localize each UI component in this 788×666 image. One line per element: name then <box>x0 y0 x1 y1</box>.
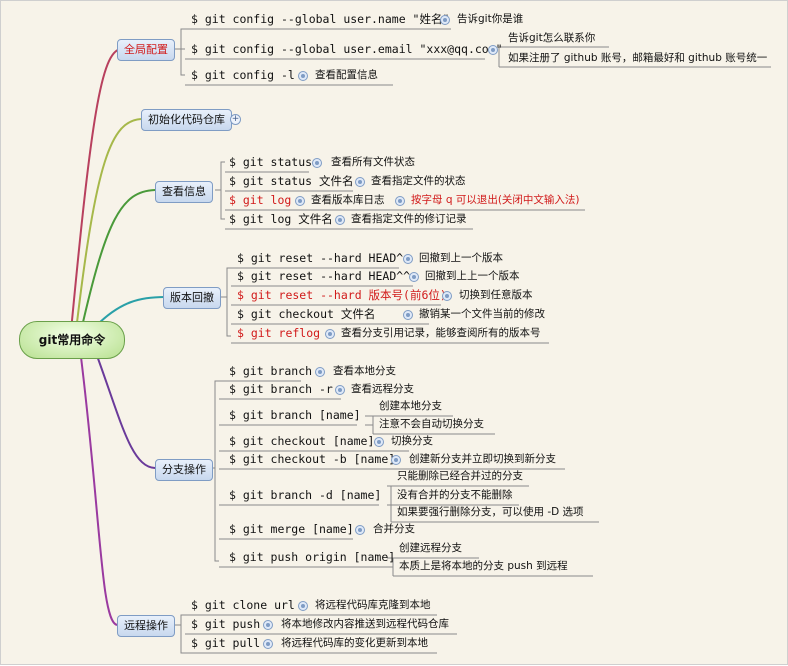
branch-note-list: 查看本地分支 <box>333 365 396 377</box>
global-cmd-user-email[interactable]: $ git config --global user.email "xxx@qq… <box>191 40 503 58</box>
branch-cmd-delete[interactable]: $ git branch -d [name] <box>229 486 381 504</box>
branch-note-delete-a: 只能删除已经合并过的分支 <box>397 470 523 482</box>
branch-cmd-create[interactable]: $ git branch [name] <box>229 406 361 424</box>
branch-note-push-origin-a: 创建远程分支 <box>399 542 462 554</box>
topic-marker-icon <box>335 385 345 395</box>
view-cmd-status-file[interactable]: $ git status 文件名 <box>229 172 354 190</box>
topic-marker-icon <box>325 329 335 339</box>
topic-marker-icon <box>298 71 308 81</box>
branch-init-repo[interactable]: 初始化代码仓库 <box>141 109 232 131</box>
view-note-log-file: 查看指定文件的修订记录 <box>351 213 467 225</box>
branch-view-info[interactable]: 查看信息 <box>155 181 213 203</box>
remote-note-pull: 将远程代码库的变化更新到本地 <box>281 637 428 649</box>
branch-cmd-merge[interactable]: $ git merge [name] <box>229 520 354 538</box>
branch-note-checkout-b: 创建新分支并立即切换到新分支 <box>409 453 556 465</box>
view-note-status: 查看所有文件状态 <box>331 156 415 168</box>
mindmap-canvas: git常用命令 全局配置 初始化代码仓库 + 查看信息 版本回撤 分支操作 远程… <box>0 0 788 665</box>
rollback-note-head2: 回撤到上上一个版本 <box>425 270 520 282</box>
branch-cmd-checkout-b[interactable]: $ git checkout -b [name] <box>229 450 395 468</box>
remote-cmd-pull[interactable]: $ git pull <box>191 634 260 652</box>
branch-note-delete-c: 如果要强行删除分支，可以使用 -D 选项 <box>397 506 584 518</box>
remote-cmd-push[interactable]: $ git push <box>191 615 260 633</box>
topic-marker-icon <box>395 196 405 206</box>
topic-marker-icon <box>440 15 450 25</box>
branch-cmd-list-remote[interactable]: $ git branch -r <box>229 380 333 398</box>
topic-marker-icon <box>488 45 498 55</box>
branch-global-config[interactable]: 全局配置 <box>117 39 175 61</box>
view-note-status-file: 查看指定文件的状态 <box>371 175 466 187</box>
topic-marker-icon <box>295 196 305 206</box>
rollback-cmd-checkout-file[interactable]: $ git checkout 文件名 <box>237 305 375 323</box>
topic-marker-icon <box>403 310 413 320</box>
rollback-note-head1: 回撤到上一个版本 <box>419 252 503 264</box>
global-cmd-user-name[interactable]: $ git config --global user.name "姓名" <box>191 10 449 28</box>
remote-note-clone: 将远程代码库克隆到本地 <box>315 599 431 611</box>
rollback-cmd-version[interactable]: $ git reset --hard 版本号(前6位) <box>237 286 447 304</box>
remote-cmd-clone[interactable]: $ git clone url <box>191 596 295 614</box>
topic-marker-icon <box>403 254 413 264</box>
topic-marker-icon <box>355 177 365 187</box>
expand-plus-icon[interactable]: + <box>230 114 241 125</box>
branch-cmd-checkout[interactable]: $ git checkout [name] <box>229 432 374 450</box>
branch-note-list-remote: 查看远程分支 <box>351 383 414 395</box>
topic-marker-icon <box>355 525 365 535</box>
branch-note-create-a: 创建本地分支 <box>379 400 442 412</box>
view-note-log: 查看版本库日志 <box>311 194 385 206</box>
branch-note-delete-b: 没有合并的分支不能删除 <box>397 489 513 501</box>
branch-note-merge: 合并分支 <box>373 523 415 535</box>
rollback-note-reflog: 查看分支引用记录，能够查阅所有的版本号 <box>341 327 541 339</box>
branch-rollback[interactable]: 版本回撤 <box>163 287 221 309</box>
view-cmd-status[interactable]: $ git status <box>229 153 312 171</box>
topic-marker-icon <box>409 272 419 282</box>
view-cmd-log-file[interactable]: $ git log 文件名 <box>229 210 333 228</box>
topic-marker-icon <box>263 639 273 649</box>
global-cmd-list[interactable]: $ git config -l <box>191 66 295 84</box>
topic-marker-icon <box>298 601 308 611</box>
remote-note-push: 将本地修改内容推送到远程代码仓库 <box>281 618 449 630</box>
topic-marker-icon <box>335 215 345 225</box>
rollback-note-checkout-file: 撤销某一个文件当前的修改 <box>419 308 545 320</box>
root-node[interactable]: git常用命令 <box>19 321 125 359</box>
topic-marker-icon <box>391 455 401 465</box>
global-note-list: 查看配置信息 <box>315 69 378 81</box>
branch-note-checkout: 切换分支 <box>391 435 433 447</box>
rollback-cmd-reflog[interactable]: $ git reflog <box>237 324 320 342</box>
view-note-log-quit: 按字母 q 可以退出(关闭中文输入法) <box>411 194 580 206</box>
branch-cmd-push-origin[interactable]: $ git push origin [name] <box>229 548 395 566</box>
global-note-user-name: 告诉git你是谁 <box>457 13 524 25</box>
branch-note-push-origin-b: 本质上是将本地的分支 push 到远程 <box>399 560 568 572</box>
branch-remote[interactable]: 远程操作 <box>117 615 175 637</box>
rollback-cmd-head1[interactable]: $ git reset --hard HEAD^ <box>237 249 403 267</box>
global-note-email-a: 告诉git怎么联系你 <box>508 32 596 44</box>
rollback-note-version: 切换到任意版本 <box>459 289 533 301</box>
branch-branch-ops[interactable]: 分支操作 <box>155 459 213 481</box>
view-cmd-log[interactable]: $ git log <box>229 191 291 209</box>
branch-note-create-b: 注意不会自动切换分支 <box>379 418 484 430</box>
branch-cmd-list[interactable]: $ git branch <box>229 362 312 380</box>
topic-marker-icon <box>263 620 273 630</box>
topic-marker-icon <box>312 158 322 168</box>
topic-marker-icon <box>442 291 452 301</box>
rollback-cmd-head2[interactable]: $ git reset --hard HEAD^^ <box>237 267 410 285</box>
global-note-email-b: 如果注册了 github 账号，邮箱最好和 github 账号统一 <box>508 52 768 64</box>
topic-marker-icon <box>374 437 384 447</box>
topic-marker-icon <box>315 367 325 377</box>
